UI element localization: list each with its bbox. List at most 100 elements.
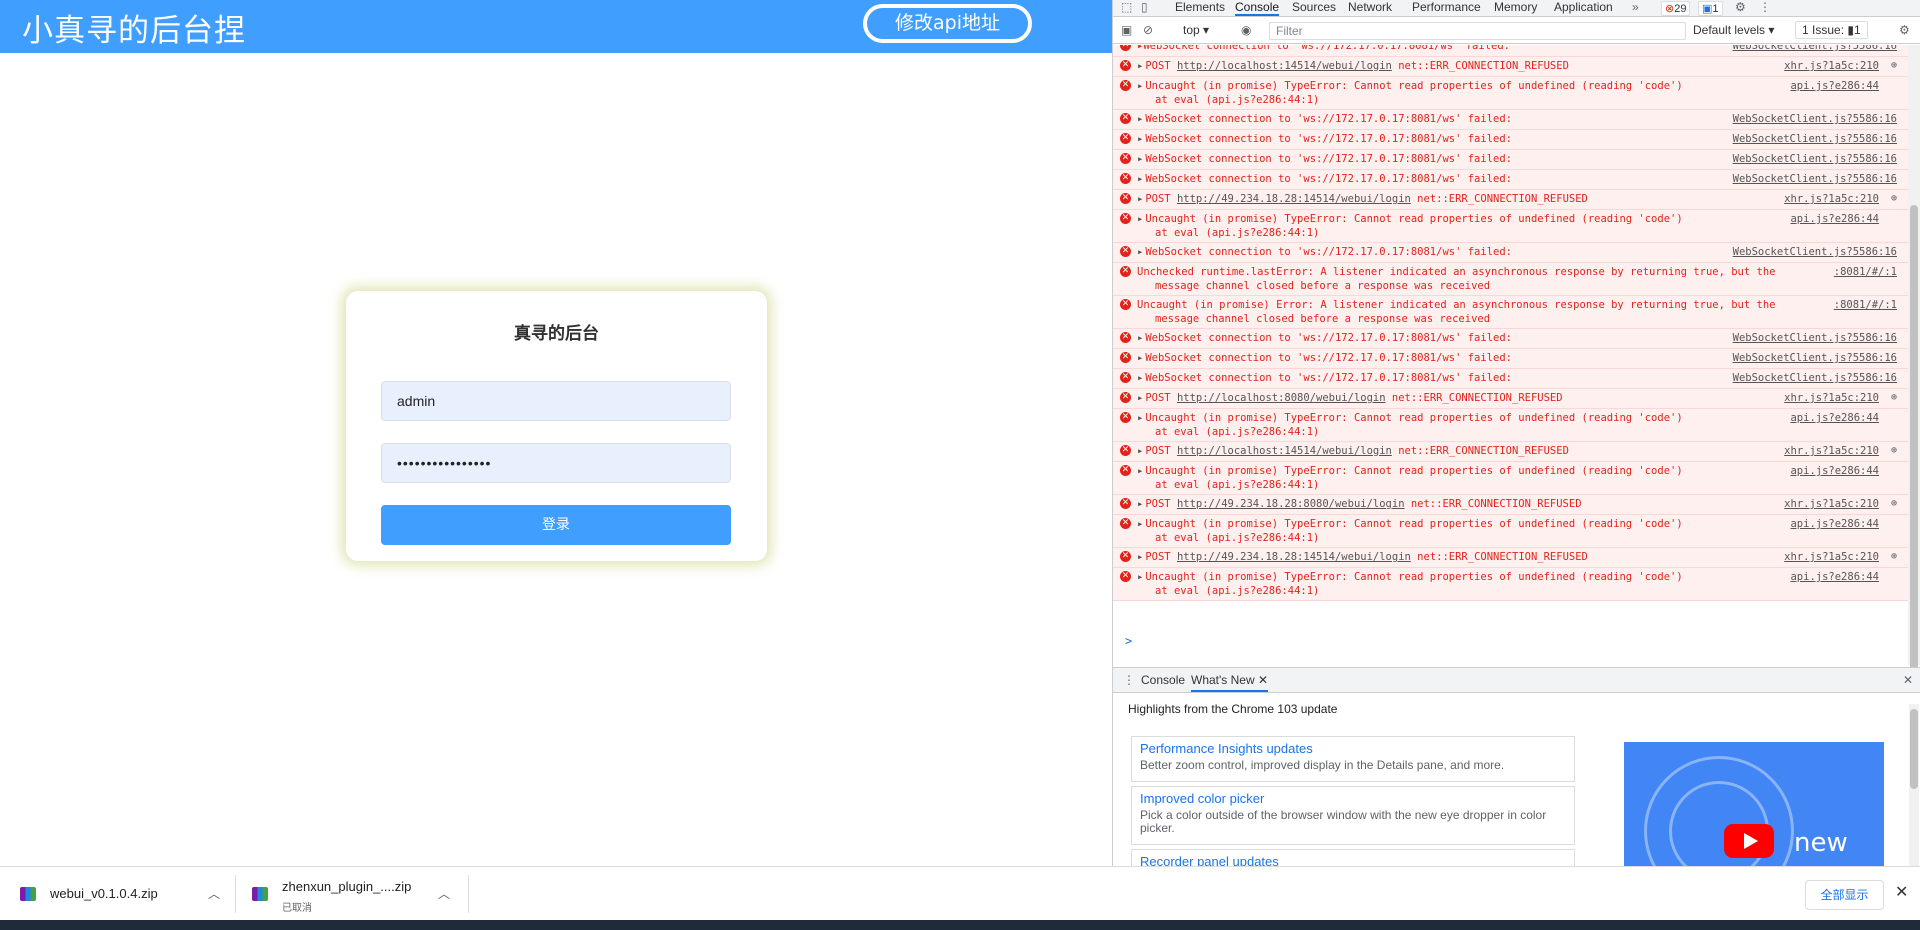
expand-triangle-icon[interactable]: ▸ (1137, 498, 1143, 510)
inspect-element-icon[interactable]: ⬚ (1121, 0, 1132, 16)
request-url[interactable]: http://localhost:14514/webui/login (1177, 445, 1392, 457)
source-link[interactable]: api.js?e286:44 (1790, 464, 1879, 478)
close-download-shelf-icon[interactable]: ✕ (1895, 882, 1908, 902)
expand-triangle-icon[interactable]: ▸ (1137, 352, 1143, 364)
source-link[interactable]: WebSocketClient.js?5586:16 (1733, 351, 1897, 365)
source-link[interactable]: api.js?e286:44 (1790, 212, 1879, 226)
expand-triangle-icon[interactable]: ▸ (1137, 213, 1143, 225)
network-request-icon[interactable]: ⊕ (1891, 550, 1897, 564)
tab-console[interactable]: Console (1235, 0, 1280, 16)
live-expression-eye-icon[interactable]: ◉ (1241, 23, 1251, 39)
network-request-icon[interactable]: ⊕ (1891, 391, 1897, 405)
source-link[interactable]: WebSocketClient.js?5586:16 (1733, 371, 1897, 385)
expand-triangle-icon[interactable]: ▸ (1137, 173, 1143, 185)
console-error-row[interactable]: ✕ ▸WebSocket connection to 'ws://172.17.0… (1113, 243, 1909, 263)
console-error-row[interactable]: ✕ ⊕ ▸ POST http://49.234.18.28:14514/webui/… (1113, 548, 1909, 568)
drawer-tab-console[interactable]: Console (1141, 668, 1185, 692)
tab-application[interactable]: Application (1554, 0, 1613, 16)
console-error-row[interactable]: ✕ ▸ Uncaught (in promise) TypeError: Canno… (1113, 210, 1909, 243)
source-link[interactable]: xhr.js?1a5c:210 (1784, 59, 1879, 73)
expand-triangle-icon[interactable]: ▸ (1137, 246, 1143, 258)
console-error-row[interactable]: ✕ ▸WebSocket connection to 'ws://172.17.0… (1113, 110, 1909, 130)
source-link[interactable]: WebSocketClient.js?5586:16 (1733, 132, 1897, 146)
source-link[interactable]: xhr.js?1a5c:210 (1784, 192, 1879, 206)
network-request-icon[interactable]: ⊕ (1891, 497, 1897, 511)
expand-triangle-icon[interactable]: ▸ (1137, 392, 1143, 404)
download-item[interactable]: webui_v0.1.0.4.zip ︿ (20, 867, 220, 921)
console-error-row[interactable]: ✕ ⊕ ▸ POST http://localhost:14514/webui/log… (1113, 442, 1909, 462)
console-settings-gear-icon[interactable]: ⚙ (1899, 23, 1910, 39)
drawer-menu-icon[interactable]: ⋮ (1123, 673, 1135, 689)
whats-new-card[interactable]: Improved color picker Pick a color outsi… (1131, 786, 1575, 845)
filter-input[interactable]: Filter (1269, 22, 1686, 40)
console-error-row[interactable]: ✕ ▸ Uncaught (in promise) TypeError: Canno… (1113, 515, 1909, 548)
console-error-row[interactable]: ✕ ▸WebSocket connection to 'ws://172.17.0… (1113, 329, 1909, 349)
tab-performance[interactable]: Performance (1412, 0, 1481, 16)
network-request-icon[interactable]: ⊕ (1891, 192, 1897, 206)
console-error-row[interactable]: ✕ Uncaught (in promise) Error: A listener… (1113, 296, 1909, 329)
close-tab-icon[interactable]: ✕ (1258, 673, 1268, 687)
request-url[interactable]: http://localhost:8080/webui/login (1177, 392, 1386, 404)
chevron-up-icon[interactable]: ︿ (208, 885, 220, 902)
card-title[interactable]: Improved color picker (1140, 791, 1566, 807)
source-link[interactable]: api.js?e286:44 (1790, 411, 1879, 425)
request-url[interactable]: http://49.234.18.28:14514/webui/login (1177, 551, 1411, 563)
expand-triangle-icon[interactable]: ▸ (1137, 372, 1143, 384)
expand-triangle-icon[interactable]: ▸ (1137, 133, 1143, 145)
expand-triangle-icon[interactable]: ▸ (1137, 113, 1143, 125)
source-link[interactable]: api.js?e286:44 (1790, 570, 1879, 584)
request-url[interactable]: http://49.234.18.28:14514/webui/login (1177, 193, 1411, 205)
scroll-thumb[interactable] (1910, 709, 1918, 789)
username-input[interactable]: admin (381, 381, 731, 421)
more-tabs-icon[interactable]: » (1632, 0, 1639, 16)
expand-triangle-icon[interactable]: ▸ (1137, 60, 1143, 72)
edit-api-button[interactable]: 修改api地址 (863, 4, 1032, 43)
console-error-row[interactable]: ✕ ▸ Uncaught (in promise) TypeError: Canno… (1113, 77, 1909, 110)
console-error-row[interactable]: ✕ ▸WebSocket connection to 'ws://172.17.0… (1113, 150, 1909, 170)
source-link[interactable]: WebSocketClient.js?5586:16 (1733, 245, 1897, 259)
expand-triangle-icon[interactable]: ▸ (1137, 153, 1143, 165)
source-link[interactable]: :8081/#/:1 (1834, 265, 1897, 279)
source-link[interactable]: WebSocketClient.js?5586:16 (1733, 112, 1897, 126)
console-error-row[interactable]: ✕ ⊕ ▸ POST http://localhost:14514/webui/log… (1113, 57, 1909, 77)
drawer-scrollbar[interactable] (1909, 704, 1919, 867)
request-url[interactable]: http://49.234.18.28:8080/webui/login (1177, 498, 1405, 510)
settings-gear-icon[interactable]: ⚙ (1735, 0, 1746, 16)
request-url[interactable]: http://localhost:14514/webui/login (1177, 60, 1392, 72)
clear-console-icon[interactable]: ⊘ (1143, 23, 1153, 39)
youtube-play-icon[interactable] (1724, 824, 1774, 858)
message-count-badge[interactable]: ▣1 (1698, 1, 1723, 16)
network-request-icon[interactable]: ⊕ (1891, 444, 1897, 458)
tab-memory[interactable]: Memory (1494, 0, 1537, 16)
context-select[interactable]: top ▾ (1183, 23, 1209, 37)
expand-triangle-icon[interactable]: ▸ (1137, 445, 1143, 457)
console-error-row[interactable]: ✕ ▸ Uncaught (in promise) TypeError: Canno… (1113, 568, 1909, 601)
tab-elements[interactable]: Elements (1175, 0, 1225, 16)
network-request-icon[interactable]: ⊕ (1891, 59, 1897, 73)
console-error-row[interactable]: ✕ ▸ Uncaught (in promise) TypeError: Canno… (1113, 462, 1909, 495)
console-scrollbar[interactable] (1908, 45, 1920, 695)
console-error-row[interactable]: ✕ ▸ Uncaught (in promise) TypeError: Canno… (1113, 409, 1909, 442)
chevron-up-icon[interactable]: ︿ (438, 885, 450, 902)
source-link[interactable]: api.js?e286:44 (1790, 79, 1879, 93)
expand-triangle-icon[interactable]: ▸ (1137, 193, 1143, 205)
issues-button[interactable]: 1 Issue: ▮1 (1795, 21, 1868, 39)
console-error-row[interactable]: ✕ ▸WebSocket connection to 'ws://172.17.0… (1113, 349, 1909, 369)
kebab-menu-icon[interactable]: ⋮ (1759, 0, 1771, 16)
password-input[interactable]: •••••••••••••••• (381, 443, 731, 483)
download-item[interactable]: zhenxun_plugin_....zip 已取消 ︿ (252, 867, 452, 921)
source-link[interactable]: :8081/#/:1 (1834, 298, 1897, 312)
tab-network[interactable]: Network (1348, 0, 1392, 16)
whats-new-video-thumbnail[interactable]: new (1624, 742, 1884, 867)
show-all-downloads-button[interactable]: 全部显示 (1805, 880, 1884, 910)
error-count-badge[interactable]: ⊗29 (1661, 1, 1691, 16)
source-link[interactable]: WebSocketClient.js?5586:16 (1733, 152, 1897, 166)
device-toolbar-icon[interactable]: ▯ (1141, 0, 1148, 16)
console-error-row[interactable]: ✕ ▸WebSocket connection to 'ws://172.17.0… (1113, 170, 1909, 190)
source-link[interactable]: xhr.js?1a5c:210 (1784, 550, 1879, 564)
expand-triangle-icon[interactable]: ▸ (1137, 412, 1143, 424)
drawer-tab-whats-new[interactable]: What's New ✕ (1191, 668, 1269, 692)
source-link[interactable]: WebSocketClient.js?5586:16 (1733, 172, 1897, 186)
source-link[interactable]: xhr.js?1a5c:210 (1784, 391, 1879, 405)
sidebar-toggle-icon[interactable]: ▣ (1121, 23, 1132, 39)
